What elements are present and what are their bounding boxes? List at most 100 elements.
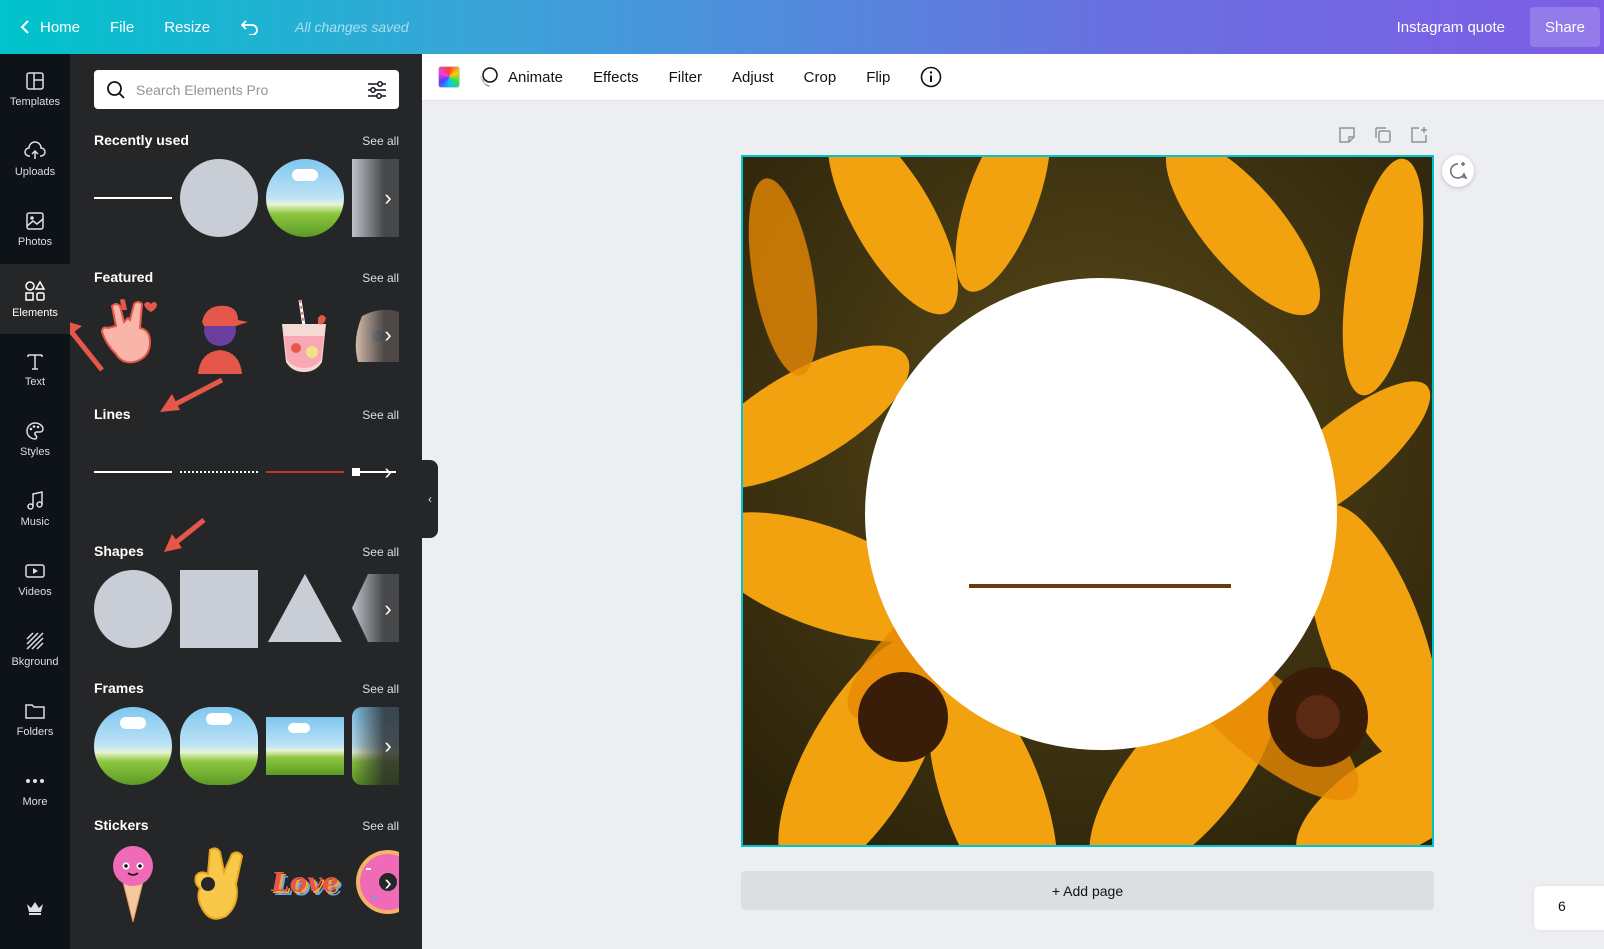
nav-background[interactable]: Bkground bbox=[0, 614, 70, 684]
text-icon bbox=[27, 353, 43, 370]
nav-more[interactable]: More bbox=[0, 754, 70, 824]
chevron-right-icon[interactable]: › bbox=[377, 731, 399, 761]
file-menu[interactable]: File bbox=[95, 0, 149, 54]
nav-uploads[interactable]: Uploads bbox=[0, 124, 70, 194]
see-all-lines[interactable]: See all bbox=[362, 408, 399, 422]
palette-icon bbox=[26, 421, 44, 440]
see-all-stickers[interactable]: See all bbox=[362, 819, 399, 833]
home-button[interactable]: Home bbox=[0, 0, 95, 54]
left-navigation: Templates Uploads Photos Elements Text S… bbox=[0, 54, 70, 949]
annotation-arrow-lines bbox=[160, 377, 224, 412]
nav-label: Uploads bbox=[14, 165, 56, 178]
nav-videos[interactable]: Videos bbox=[0, 544, 70, 614]
crop-button[interactable]: Crop bbox=[789, 69, 852, 86]
featured-person-sticker[interactable] bbox=[180, 296, 258, 374]
brown-line-element[interactable] bbox=[969, 584, 1231, 588]
resize-button[interactable]: Resize bbox=[149, 0, 225, 54]
effects-button[interactable]: Effects bbox=[578, 69, 654, 86]
search-input[interactable]: Search Elements Pro bbox=[136, 82, 367, 98]
frames-row: › bbox=[94, 707, 399, 787]
animate-label: Animate bbox=[508, 68, 564, 86]
collapse-panel-button[interactable]: ‹ bbox=[422, 460, 438, 538]
info-button[interactable] bbox=[905, 66, 957, 88]
page-notes-icon[interactable] bbox=[1338, 126, 1356, 144]
nav-label: Elements bbox=[12, 306, 58, 319]
nav-label: Styles bbox=[20, 445, 50, 458]
flip-button[interactable]: Flip bbox=[851, 69, 905, 86]
section-title-recent: Recently used bbox=[94, 132, 189, 148]
adjust-button[interactable]: Adjust bbox=[717, 69, 789, 86]
crown-icon[interactable] bbox=[25, 899, 45, 915]
nav-label: Videos bbox=[18, 585, 52, 598]
nav-folders[interactable]: Folders bbox=[0, 684, 70, 754]
nav-elements[interactable]: Elements bbox=[0, 264, 70, 334]
chevron-right-icon[interactable]: › bbox=[377, 457, 399, 487]
video-icon bbox=[25, 563, 45, 578]
animate-button[interactable]: Animate bbox=[470, 67, 578, 87]
share-button[interactable]: Share bbox=[1530, 7, 1600, 47]
see-all-featured[interactable]: See all bbox=[362, 271, 399, 285]
templates-icon bbox=[26, 71, 44, 90]
frame-circle-item[interactable] bbox=[94, 707, 172, 785]
sticker-love-label: Love bbox=[271, 868, 339, 898]
page-number-indicator[interactable]: 6 bbox=[1534, 886, 1604, 930]
line-red-item[interactable] bbox=[266, 433, 344, 511]
design-canvas[interactable] bbox=[741, 155, 1434, 847]
sticker-ok-hand[interactable] bbox=[180, 844, 258, 922]
white-circle-shape[interactable] bbox=[865, 278, 1337, 750]
animate-icon bbox=[480, 67, 498, 87]
chevron-right-icon[interactable]: › bbox=[377, 594, 399, 624]
section-title-frames: Frames bbox=[94, 680, 144, 696]
nav-text[interactable]: Text bbox=[0, 334, 70, 404]
more-dots-icon bbox=[26, 778, 44, 783]
upload-cloud-icon bbox=[24, 140, 46, 159]
see-all-frames[interactable]: See all bbox=[362, 682, 399, 696]
nav-styles[interactable]: Styles bbox=[0, 404, 70, 474]
nav-label: Text bbox=[24, 375, 46, 388]
nav-photos[interactable]: Photos bbox=[0, 194, 70, 264]
line-dotted-item[interactable] bbox=[180, 433, 258, 511]
recent-line-item[interactable] bbox=[94, 159, 172, 237]
shapes-icon bbox=[25, 279, 46, 301]
chevron-right-icon[interactable]: › bbox=[377, 183, 399, 213]
see-all-shapes[interactable]: See all bbox=[362, 545, 399, 559]
search-box[interactable]: Search Elements Pro bbox=[94, 70, 399, 109]
recent-circle-item[interactable] bbox=[180, 159, 258, 237]
chevron-right-icon[interactable]: › bbox=[377, 320, 399, 350]
nav-label: More bbox=[22, 795, 48, 808]
folder-icon bbox=[25, 703, 45, 719]
page-actions bbox=[1338, 126, 1428, 144]
nav-label: Templates bbox=[9, 95, 61, 108]
nav-templates[interactable]: Templates bbox=[0, 54, 70, 124]
editor-toolbar: Animate Effects Filter Adjust Crop Flip bbox=[422, 54, 1604, 101]
line-solid-item[interactable] bbox=[94, 433, 172, 511]
chevron-right-icon[interactable]: › bbox=[377, 868, 399, 898]
sticker-ice-cream[interactable] bbox=[94, 844, 172, 923]
shape-square-item[interactable] bbox=[180, 570, 258, 648]
design-title[interactable]: Instagram quote bbox=[1372, 19, 1530, 36]
color-picker-swatch[interactable] bbox=[438, 66, 460, 88]
recent-circle-frame-item[interactable] bbox=[266, 159, 344, 237]
filter-button[interactable]: Filter bbox=[654, 69, 717, 86]
featured-drink-sticker[interactable] bbox=[266, 296, 344, 374]
nav-music[interactable]: Music bbox=[0, 474, 70, 544]
sticker-love-text[interactable]: Love bbox=[266, 844, 344, 922]
search-icon bbox=[107, 80, 125, 99]
shape-circle-item[interactable] bbox=[94, 570, 172, 648]
add-comment-button[interactable] bbox=[1442, 155, 1474, 187]
add-page-button[interactable]: + Add page bbox=[741, 871, 1434, 910]
nav-label: Folders bbox=[16, 725, 54, 738]
shape-triangle-item[interactable] bbox=[266, 570, 344, 648]
section-title-lines: Lines bbox=[94, 406, 131, 422]
undo-button[interactable] bbox=[225, 0, 275, 54]
frame-scallop-item[interactable] bbox=[180, 707, 258, 785]
see-all-recent[interactable]: See all bbox=[362, 134, 399, 148]
filter-sliders-icon[interactable] bbox=[367, 80, 387, 99]
add-page-icon[interactable] bbox=[1410, 126, 1428, 144]
frame-wave-item[interactable] bbox=[266, 717, 344, 775]
stickers-row: Love › bbox=[94, 844, 420, 924]
section-title-stickers: Stickers bbox=[94, 817, 149, 833]
duplicate-page-icon[interactable] bbox=[1374, 126, 1392, 144]
section-title-shapes: Shapes bbox=[94, 543, 144, 559]
nav-label: Music bbox=[20, 515, 50, 528]
